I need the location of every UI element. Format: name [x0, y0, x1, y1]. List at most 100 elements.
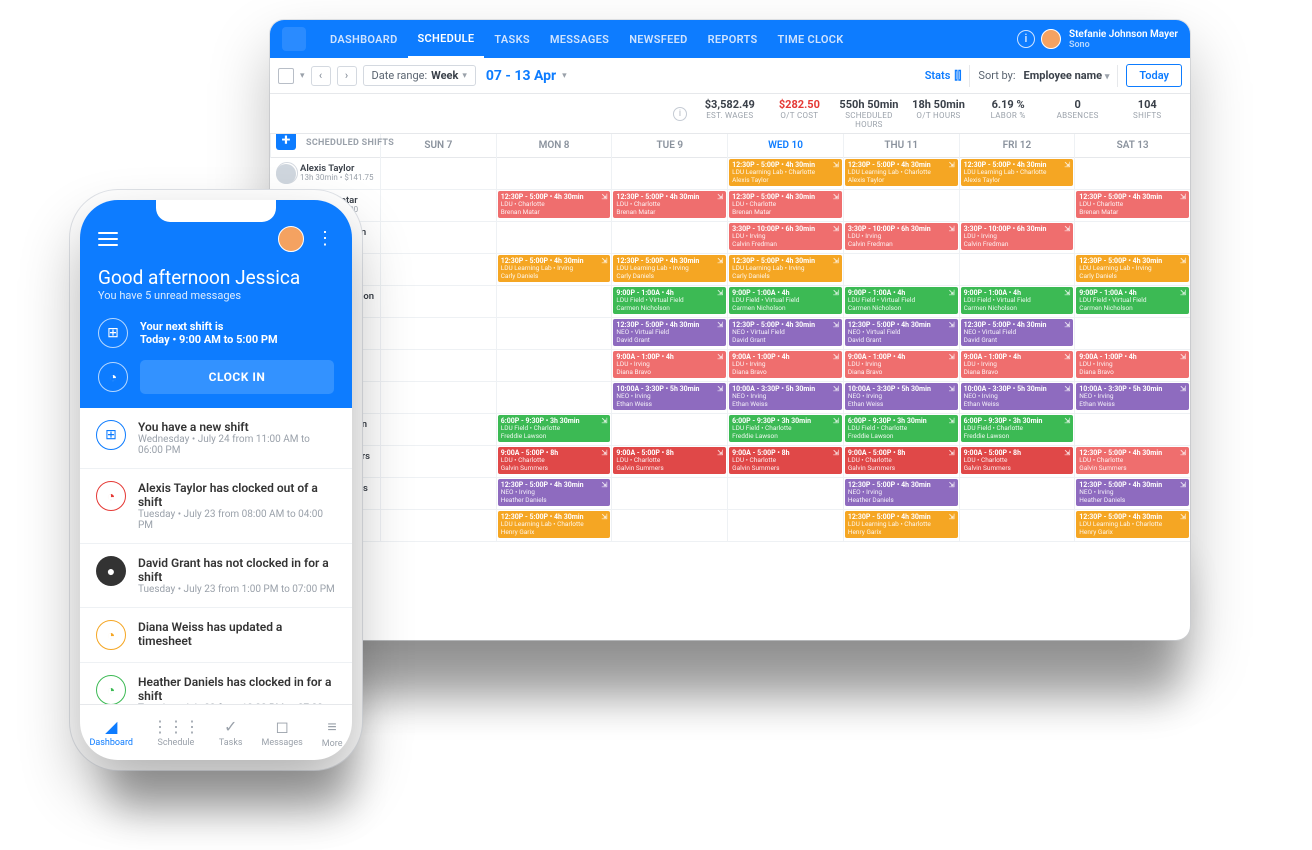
day-cell[interactable]: [611, 478, 727, 509]
day-cell[interactable]: [1074, 222, 1190, 253]
day-cell[interactable]: 6:00P - 9:30P • 3h 30min ⇲ LDU Field • C…: [496, 414, 612, 445]
shift-card[interactable]: 12:30P - 5:00P • 4h 30min ⇲ LDU • Charlo…: [1076, 191, 1189, 218]
nav-schedule[interactable]: SCHEDULE: [408, 20, 485, 58]
shift-card[interactable]: 12:30P - 5:00P • 4h 30min ⇲ LDU • Charlo…: [613, 191, 726, 218]
day-cell[interactable]: [380, 382, 496, 413]
shift-card[interactable]: 10:00A - 3:30P • 5h 30min ⇲ NEO • Irving…: [729, 383, 842, 410]
shift-card[interactable]: 10:00A - 3:30P • 5h 30min ⇲ NEO • Irving…: [613, 383, 726, 410]
shift-card[interactable]: 3:30P - 10:00P • 6h 30min ⇲ LDU • Irving…: [845, 223, 958, 250]
day-cell[interactable]: [611, 222, 727, 253]
shift-card[interactable]: 9:00P - 1:00A • 4h ⇲ LDU Field • Virtual…: [613, 287, 726, 314]
shift-card[interactable]: 6:00P - 9:30P • 3h 30min ⇲ LDU Field • C…: [845, 415, 958, 442]
day-cell[interactable]: 12:30P - 5:00P • 4h 30min ⇲ LDU • Charlo…: [1074, 190, 1190, 221]
day-cell[interactable]: 9:00A - 1:00P • 4h ⇲ LDU • IrvingDiana B…: [843, 350, 959, 381]
day-cell[interactable]: 12:30P - 5:00P • 4h 30min ⇲ LDU Learning…: [843, 158, 959, 189]
day-cell[interactable]: [1074, 318, 1190, 349]
shift-card[interactable]: 9:00A - 5:00P • 8h ⇲ LDU • CharlotteGalv…: [961, 447, 1074, 474]
shift-card[interactable]: 9:00A - 1:00P • 4h ⇲ LDU • IrvingDiana B…: [961, 351, 1074, 378]
day-cell[interactable]: [380, 254, 496, 285]
today-button[interactable]: Today: [1126, 64, 1182, 87]
shift-card[interactable]: 12:30P - 5:00P • 4h 30min ⇲ NEO • Virtua…: [961, 319, 1074, 346]
day-cell[interactable]: 10:00A - 3:30P • 5h 30min ⇲ NEO • Irving…: [959, 382, 1075, 413]
next-week-button[interactable]: ›: [337, 66, 357, 86]
nav-time-clock[interactable]: TIME CLOCK: [768, 20, 854, 58]
day-cell[interactable]: 6:00P - 9:30P • 3h 30min ⇲ LDU Field • C…: [843, 414, 959, 445]
tab-schedule[interactable]: ⋮⋮⋮Schedule: [152, 717, 200, 748]
shift-card[interactable]: 12:30P - 5:00P • 4h 30min ⇲ LDU Learning…: [1076, 511, 1189, 538]
day-cell[interactable]: 9:00P - 1:00A • 4h ⇲ LDU Field • Virtual…: [611, 286, 727, 317]
day-cell[interactable]: [380, 190, 496, 221]
shift-card[interactable]: 12:30P - 5:00P • 4h 30min ⇲ NEO • Virtua…: [613, 319, 726, 346]
shift-card[interactable]: 10:00A - 3:30P • 5h 30min ⇲ NEO • Irving…: [961, 383, 1074, 410]
day-cell[interactable]: [380, 510, 496, 541]
day-cell[interactable]: 3:30P - 10:00P • 6h 30min ⇲ LDU • Irving…: [727, 222, 843, 253]
day-cell[interactable]: [496, 382, 612, 413]
day-cell[interactable]: 10:00A - 3:30P • 5h 30min ⇲ NEO • Irving…: [611, 382, 727, 413]
day-cell[interactable]: 9:00P - 1:00A • 4h ⇲ LDU Field • Virtual…: [959, 286, 1075, 317]
day-cell[interactable]: [727, 510, 843, 541]
shift-card[interactable]: 9:00A - 1:00P • 4h ⇲ LDU • IrvingDiana B…: [729, 351, 842, 378]
shift-card[interactable]: 12:30P - 5:00P • 4h 30min ⇲ LDU Learning…: [1076, 255, 1189, 282]
day-cell[interactable]: 9:00A - 5:00P • 8h ⇲ LDU • CharlotteGalv…: [611, 446, 727, 477]
day-cell[interactable]: [380, 414, 496, 445]
day-cell[interactable]: [1074, 158, 1190, 189]
info-icon[interactable]: i: [673, 107, 687, 121]
day-cell[interactable]: 12:30P - 5:00P • 4h 30min ⇲ LDU • Charlo…: [496, 190, 612, 221]
day-cell[interactable]: [843, 254, 959, 285]
shift-card[interactable]: 12:30P - 5:00P • 4h 30min ⇲ LDU • Charlo…: [1076, 447, 1189, 474]
shift-card[interactable]: 12:30P - 5:00P • 4h 30min ⇲ NEO • Virtua…: [845, 319, 958, 346]
feed-item[interactable]: ⊞ You have a new shiftWednesday • July 2…: [80, 408, 352, 469]
day-cell[interactable]: [496, 222, 612, 253]
day-cell[interactable]: 9:00A - 1:00P • 4h ⇲ LDU • IrvingDiana B…: [727, 350, 843, 381]
day-cell[interactable]: [843, 190, 959, 221]
day-cell[interactable]: [959, 254, 1075, 285]
shift-card[interactable]: 12:30P - 5:00P • 4h 30min ⇲ NEO • Virtua…: [729, 319, 842, 346]
day-cell[interactable]: 12:30P - 5:00P • 4h 30min ⇲ LDU Learning…: [496, 254, 612, 285]
day-cell[interactable]: [959, 478, 1075, 509]
day-cell[interactable]: [496, 350, 612, 381]
shift-card[interactable]: 9:00A - 1:00P • 4h ⇲ LDU • IrvingDiana B…: [845, 351, 958, 378]
shift-card[interactable]: 9:00P - 1:00A • 4h ⇲ LDU Field • Virtual…: [729, 287, 842, 314]
shift-card[interactable]: 9:00A - 5:00P • 8h ⇲ LDU • CharlotteGalv…: [613, 447, 726, 474]
info-icon[interactable]: i: [1017, 30, 1035, 48]
day-cell[interactable]: 12:30P - 5:00P • 4h 30min ⇲ LDU Learning…: [843, 510, 959, 541]
shift-card[interactable]: 10:00A - 3:30P • 5h 30min ⇲ NEO • Irving…: [845, 383, 958, 410]
day-cell[interactable]: 12:30P - 5:00P • 4h 30min ⇲ LDU • Charlo…: [611, 190, 727, 221]
shift-card[interactable]: 9:00P - 1:00A • 4h ⇲ LDU Field • Virtual…: [1076, 287, 1189, 314]
day-cell[interactable]: 12:30P - 5:00P • 4h 30min ⇲ NEO • Irving…: [496, 478, 612, 509]
feed-item[interactable]: ◔ Diana Weiss has updated a timesheet: [80, 608, 352, 663]
nav-reports[interactable]: REPORTS: [698, 20, 768, 58]
day-cell[interactable]: 9:00A - 5:00P • 8h ⇲ LDU • CharlotteGalv…: [843, 446, 959, 477]
date-range-select[interactable]: Date range: Week ▾: [363, 65, 476, 86]
feed-item[interactable]: ◔ Alexis Taylor has clocked out of a shi…: [80, 469, 352, 544]
day-cell[interactable]: 12:30P - 5:00P • 4h 30min ⇲ NEO • Virtua…: [727, 318, 843, 349]
day-cell[interactable]: [1074, 414, 1190, 445]
day-cell[interactable]: [380, 446, 496, 477]
shift-card[interactable]: 12:30P - 5:00P • 4h 30min ⇲ LDU • Charlo…: [729, 191, 842, 218]
day-cell[interactable]: 12:30P - 5:00P • 4h 30min ⇲ LDU Learning…: [959, 158, 1075, 189]
day-cell[interactable]: 9:00A - 5:00P • 8h ⇲ LDU • CharlotteGalv…: [727, 446, 843, 477]
shift-card[interactable]: 9:00P - 1:00A • 4h ⇲ LDU Field • Virtual…: [961, 287, 1074, 314]
shift-card[interactable]: 12:30P - 5:00P • 4h 30min ⇲ LDU Learning…: [498, 255, 611, 282]
shift-card[interactable]: 12:30P - 5:00P • 4h 30min ⇲ NEO • Irving…: [1076, 479, 1189, 506]
shift-card[interactable]: 12:30P - 5:00P • 4h 30min ⇲ LDU Learning…: [961, 159, 1074, 186]
feed-item[interactable]: ● David Grant has not clocked in for a s…: [80, 544, 352, 608]
user-menu[interactable]: Stefanie Johnson Mayer Sono: [1041, 29, 1178, 50]
shift-card[interactable]: 12:30P - 5:00P • 4h 30min ⇲ LDU Learning…: [613, 255, 726, 282]
day-cell[interactable]: [959, 190, 1075, 221]
day-cell[interactable]: 9:00P - 1:00A • 4h ⇲ LDU Field • Virtual…: [843, 286, 959, 317]
sort-select[interactable]: Employee name ▾: [1024, 69, 1110, 82]
feed-item[interactable]: ◔ Heather Daniels has clocked in for a s…: [80, 663, 352, 704]
day-cell[interactable]: 12:30P - 5:00P • 4h 30min ⇲ LDU • Charlo…: [1074, 446, 1190, 477]
nav-tasks[interactable]: TASKS: [484, 20, 539, 58]
menu-icon[interactable]: [98, 232, 118, 246]
shift-card[interactable]: 9:00A - 1:00P • 4h ⇲ LDU • IrvingDiana B…: [1076, 351, 1189, 378]
day-cell[interactable]: 6:00P - 9:30P • 3h 30min ⇲ LDU Field • C…: [959, 414, 1075, 445]
day-cell[interactable]: [380, 286, 496, 317]
shift-card[interactable]: 9:00A - 5:00P • 8h ⇲ LDU • CharlotteGalv…: [729, 447, 842, 474]
day-cell[interactable]: 12:30P - 5:00P • 4h 30min ⇲ NEO • Virtua…: [959, 318, 1075, 349]
nav-messages[interactable]: MESSAGES: [540, 20, 619, 58]
add-shift-button[interactable]: +: [276, 134, 296, 150]
day-cell[interactable]: 9:00A - 1:00P • 4h ⇲ LDU • IrvingDiana B…: [1074, 350, 1190, 381]
employee-cell[interactable]: Alexis Taylor 13h 30min • $141.75: [270, 158, 380, 189]
